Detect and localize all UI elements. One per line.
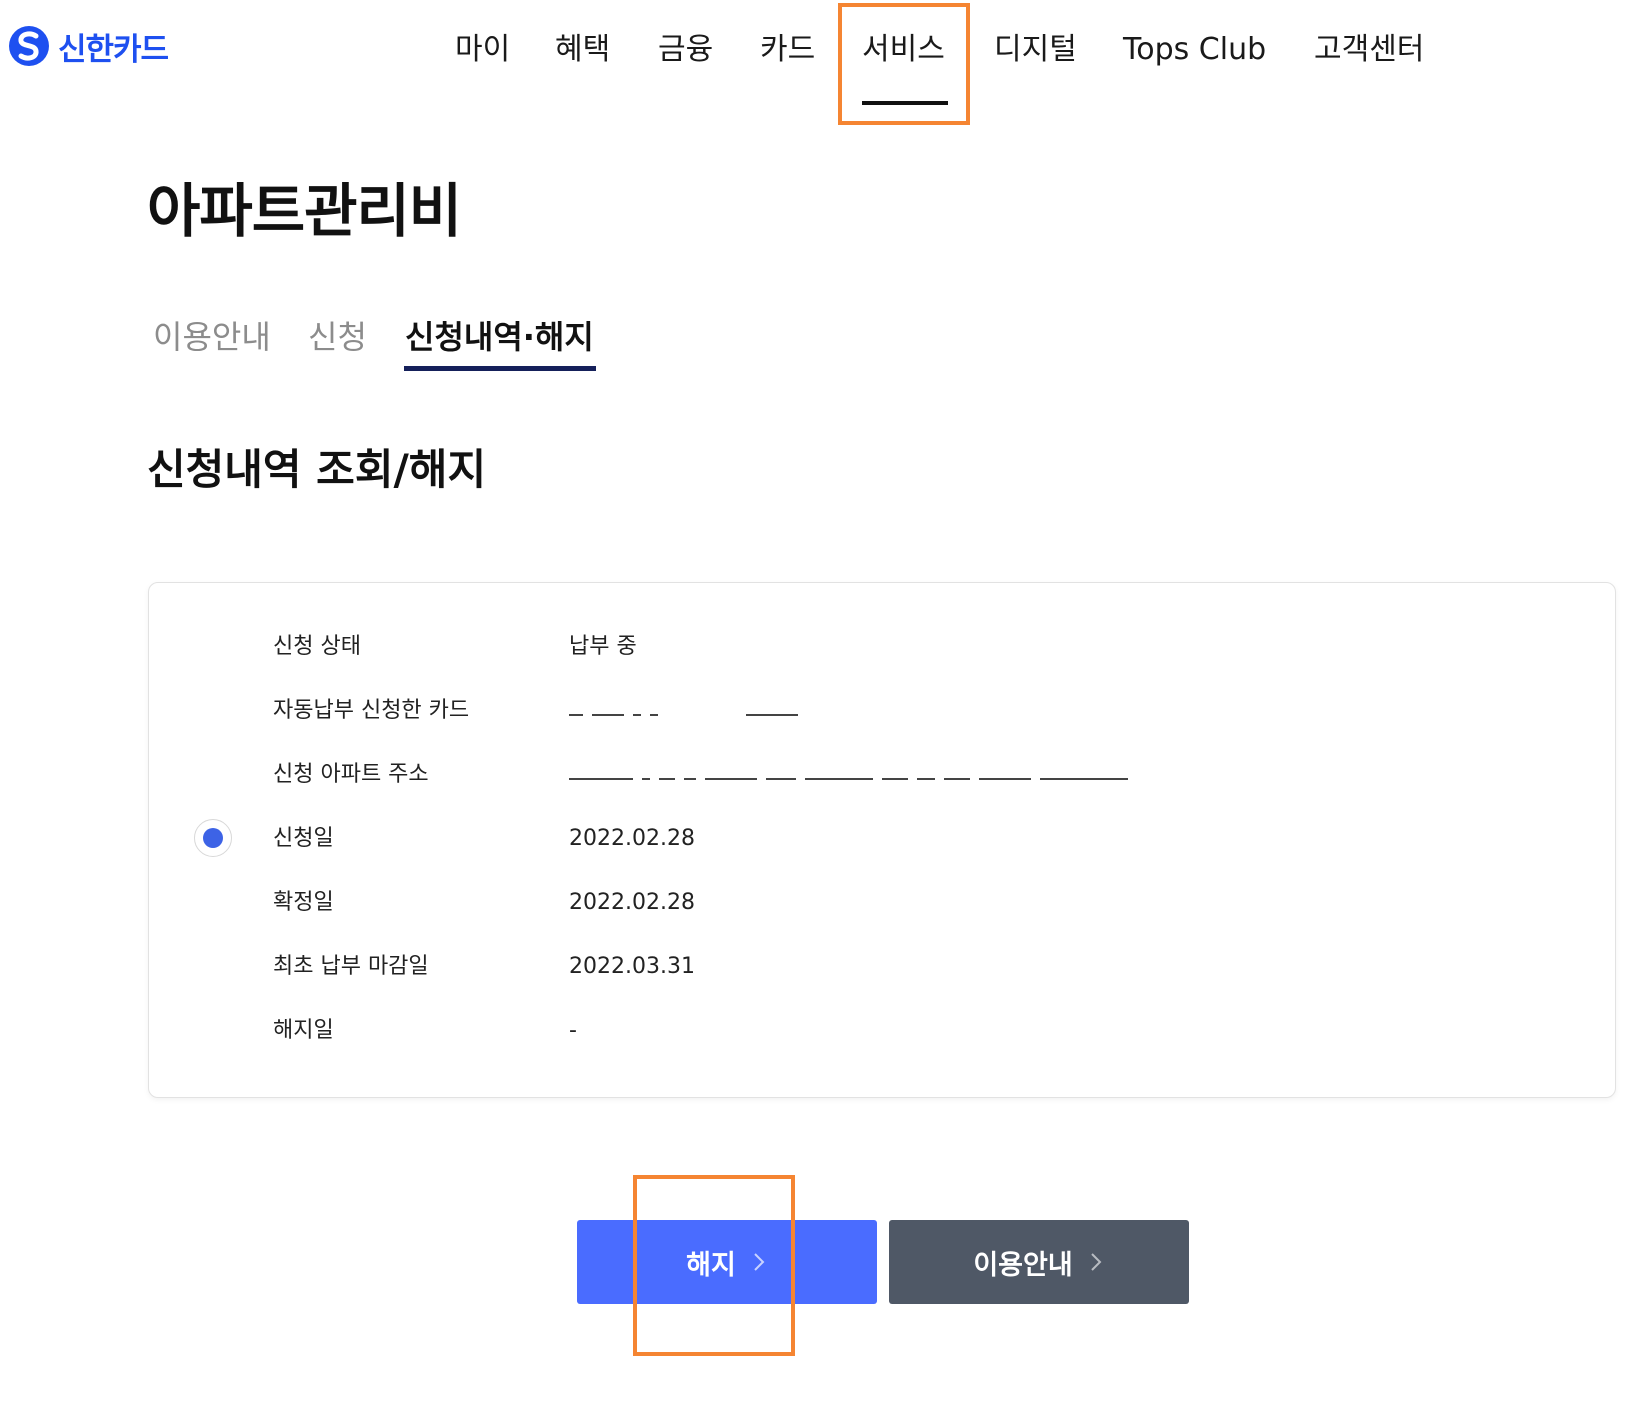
nav-item-digital[interactable]: 디지털 [994, 24, 1077, 76]
detail-label: 확정일 [273, 890, 334, 915]
tab-guide[interactable]: 이용안내 [153, 312, 271, 358]
chevron-right-icon [1090, 1253, 1102, 1271]
detail-value: 2022.02.28 [569, 890, 695, 915]
global-nav: 마이 혜택 금융 카드 서비스 디지털 Tops Club 고객센터 [0, 24, 1645, 76]
detail-row-first-due-date: 최초 납부 마감일 2022.03.31 [149, 947, 1617, 987]
nav-item-finance[interactable]: 금융 [658, 24, 713, 76]
nav-item-service[interactable]: 서비스 [862, 24, 945, 76]
usage-guide-button-label: 이용안내 [973, 1249, 1073, 1281]
tab-bar: 이용안내 신청 신청내역·해지 [0, 312, 1645, 372]
detail-row-card: 자동납부 신청한 카드 [149, 691, 1617, 731]
nav-item-card[interactable]: 카드 [760, 24, 815, 76]
detail-value: 2022.03.31 [569, 954, 695, 979]
masked-address [569, 777, 1128, 781]
cancel-button-label: 해지 [686, 1249, 736, 1281]
detail-label: 최초 납부 마감일 [273, 954, 429, 979]
cancel-button[interactable]: 해지 [577, 1220, 877, 1304]
detail-label: 신청일 [273, 826, 334, 851]
detail-label: 신청 상태 [273, 634, 361, 659]
radio-selected-dot [203, 828, 223, 848]
tab-history-cancel[interactable]: 신청내역·해지 [405, 312, 594, 358]
masked-card-number [569, 713, 798, 717]
detail-value: 2022.02.28 [569, 826, 695, 851]
usage-guide-button[interactable]: 이용안내 [889, 1220, 1189, 1304]
nav-item-customer-center[interactable]: 고객센터 [1314, 24, 1424, 76]
page-title: 아파트관리비 [147, 177, 462, 245]
chevron-right-icon [754, 1253, 765, 1271]
detail-row-cancel-date: 해지일 - [149, 1011, 1617, 1051]
tab-apply[interactable]: 신청 [308, 312, 367, 358]
application-detail-card: 신청 상태 납부 중 자동납부 신청한 카드 신청 아파트 주소 신청일 202… [148, 582, 1616, 1098]
nav-item-tops-club[interactable]: Tops Club [1123, 24, 1266, 76]
detail-label: 신청 아파트 주소 [273, 762, 429, 787]
nav-active-indicator [862, 101, 948, 105]
section-title: 신청내역 조회/해지 [147, 445, 487, 494]
nav-item-my[interactable]: 마이 [455, 24, 510, 76]
detail-row-address: 신청 아파트 주소 [149, 755, 1617, 795]
select-radio[interactable] [194, 819, 232, 857]
detail-row-status: 신청 상태 납부 중 [149, 627, 1617, 667]
nav-item-benefits[interactable]: 혜택 [555, 24, 610, 76]
detail-row-apply-date: 신청일 2022.02.28 [149, 819, 1617, 859]
detail-label: 해지일 [273, 1018, 334, 1043]
detail-value: - [569, 1018, 577, 1043]
tab-active-indicator [404, 366, 596, 371]
detail-row-confirm-date: 확정일 2022.02.28 [149, 883, 1617, 923]
detail-label: 자동납부 신청한 카드 [273, 698, 470, 723]
detail-value: 납부 중 [569, 634, 637, 659]
